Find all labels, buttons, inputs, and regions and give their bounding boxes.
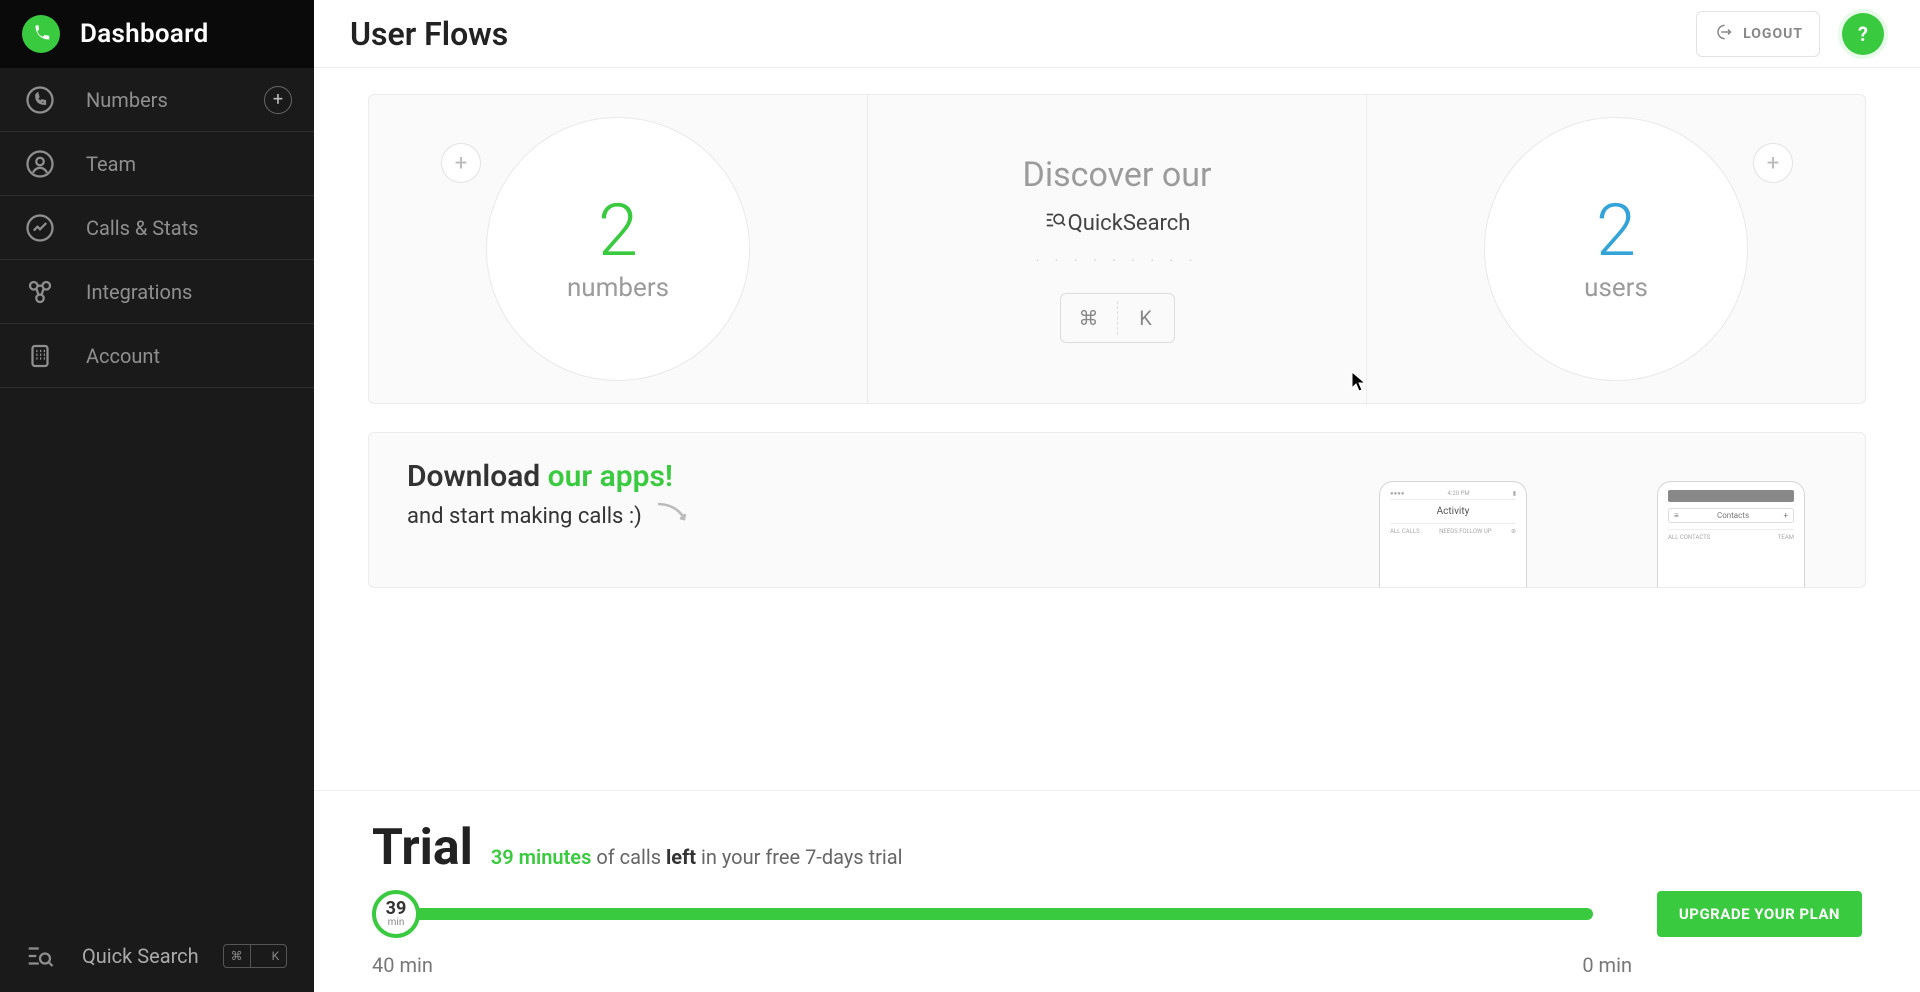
- trial-progress-track[interactable]: 39 min: [386, 908, 1593, 920]
- numbers-label: numbers: [567, 273, 669, 303]
- discover-subtitle: QuickSearch: [1044, 209, 1191, 237]
- sidebar-item-label: Integrations: [86, 280, 192, 304]
- quick-search-icon: [22, 938, 58, 974]
- sidebar-quick-search[interactable]: Quick Search ⌘K: [0, 920, 314, 992]
- download-subtitle: and start making calls :): [407, 500, 692, 532]
- sidebar-item-numbers[interactable]: Numbers +: [0, 68, 314, 132]
- card-users: + 2 users: [1366, 95, 1865, 403]
- logout-label: LOGOUT: [1743, 26, 1803, 42]
- upgrade-plan-button[interactable]: UPGRADE YOUR PLAN: [1657, 891, 1862, 937]
- trial-scale-left: 40 min: [372, 953, 433, 977]
- sidebar-nav: Numbers + Team Calls & Stats Integratio: [0, 68, 314, 920]
- discover-dots: · · · · · · · · ·: [1036, 253, 1199, 269]
- sidebar: Dashboard Numbers + Team Calls & Sta: [0, 0, 314, 992]
- sidebar-item-calls-stats[interactable]: Calls & Stats: [0, 196, 314, 260]
- page-title: User Flows: [350, 15, 508, 53]
- trial-title: Trial: [372, 819, 473, 877]
- trial-scale: 40 min 0 min: [372, 953, 1862, 977]
- discover-shortcut[interactable]: ⌘ K: [1060, 293, 1175, 343]
- sidebar-item-integrations[interactable]: Integrations: [0, 260, 314, 324]
- arrow-swoosh-icon: [656, 500, 692, 532]
- users-circle[interactable]: 2 users: [1484, 117, 1748, 381]
- summary-cards: + 2 numbers Discover our Quick: [368, 94, 1866, 404]
- card-discover: Discover our QuickSearch · · · · · · · ·…: [867, 95, 1366, 403]
- sidebar-item-label: Account: [86, 344, 160, 368]
- users-label: users: [1584, 273, 1648, 303]
- trial-scale-right: 0 min: [1582, 953, 1632, 977]
- phone-android-mock: ≡ Contacts+ ALL CONTACTSTEAM: [1657, 481, 1805, 588]
- logout-icon: [1713, 22, 1733, 46]
- trial-progress-knob[interactable]: 39 min: [372, 890, 420, 938]
- topbar: User Flows LOGOUT ?: [314, 0, 1920, 68]
- quick-search-icon: [1044, 209, 1066, 237]
- app-logo-icon: [22, 15, 60, 53]
- phone-mockups: ●●●●4:20 PM▮ Activity ALL CALLSNEEDS FOL…: [1379, 481, 1805, 561]
- quick-search-label: Quick Search: [82, 944, 199, 968]
- quick-search-shortcut: ⌘K: [223, 944, 288, 968]
- download-banner: Download our apps! and start making call…: [368, 432, 1866, 588]
- chart-icon: [22, 210, 58, 246]
- sidebar-item-team[interactable]: Team: [0, 132, 314, 196]
- sidebar-item-label: Team: [86, 152, 136, 176]
- logout-button[interactable]: LOGOUT: [1696, 11, 1820, 57]
- trial-bar: Trial 39 minutes of calls left in your f…: [314, 790, 1920, 992]
- numbers-value: 2: [598, 195, 638, 267]
- help-button[interactable]: ?: [1842, 13, 1884, 55]
- sidebar-item-account[interactable]: Account: [0, 324, 314, 388]
- card-numbers: + 2 numbers: [369, 95, 867, 403]
- phone-icon: [22, 82, 58, 118]
- discover-title: Discover our: [1023, 155, 1212, 195]
- phone-ios-mock: ●●●●4:20 PM▮ Activity ALL CALLSNEEDS FOL…: [1379, 481, 1527, 588]
- sidebar-header: Dashboard: [0, 0, 314, 68]
- help-icon: ?: [1858, 22, 1868, 46]
- add-user-card-button[interactable]: +: [1753, 143, 1793, 183]
- building-icon: [22, 338, 58, 374]
- sidebar-item-label: Numbers: [86, 88, 168, 112]
- user-icon: [22, 146, 58, 182]
- numbers-circle[interactable]: 2 numbers: [486, 117, 750, 381]
- nodes-icon: [22, 274, 58, 310]
- download-title: Download our apps!: [407, 459, 692, 494]
- sidebar-title: Dashboard: [80, 19, 209, 49]
- trial-text: 39 minutes of calls left in your free 7-…: [491, 845, 903, 869]
- users-value: 2: [1596, 195, 1636, 267]
- sidebar-item-label: Calls & Stats: [86, 216, 198, 240]
- add-number-card-button[interactable]: +: [441, 143, 481, 183]
- add-number-button[interactable]: +: [264, 86, 292, 114]
- trial-progress: 39 min UPGRADE YOUR PLAN: [372, 891, 1862, 937]
